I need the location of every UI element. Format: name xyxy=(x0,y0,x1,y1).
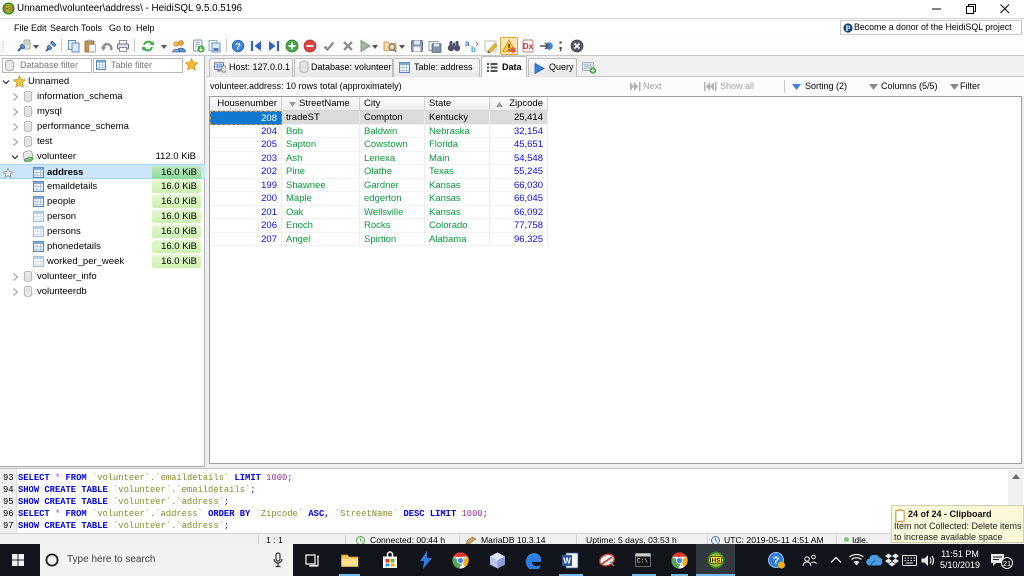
svg-text:P: P xyxy=(846,24,851,33)
svg-text:a: a xyxy=(465,39,470,48)
svg-text:HS: HS xyxy=(5,6,11,11)
svg-text:HS: HS xyxy=(711,558,721,565)
svg-text:?: ? xyxy=(235,42,241,53)
svg-text:C:\: C:\ xyxy=(637,558,648,565)
svg-text:b: b xyxy=(471,45,476,53)
svg-text:W: W xyxy=(563,557,571,566)
svg-text:Dx: Dx xyxy=(523,42,534,51)
